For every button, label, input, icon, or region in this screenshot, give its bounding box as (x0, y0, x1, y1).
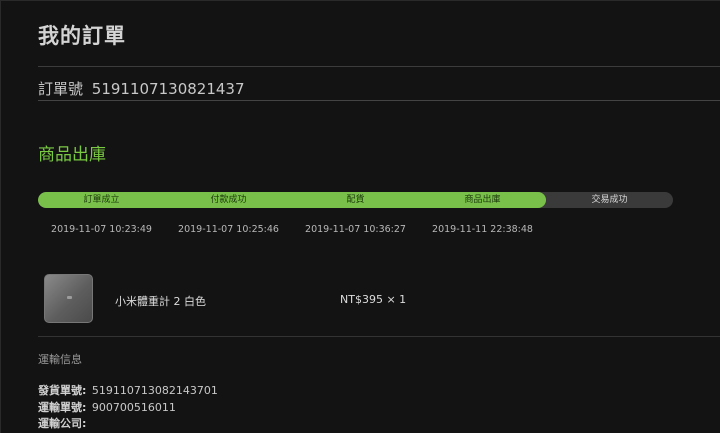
progress-step-label: 商品出庫 (464, 195, 501, 205)
shipping-row: 運輸公司: (38, 415, 88, 431)
shipping-row-label: 運輸公司: (38, 417, 87, 430)
divider (38, 66, 720, 67)
divider (38, 336, 720, 337)
product-price: NT$395 × 1 (340, 293, 407, 306)
order-number-value: 5191107130821437 (91, 80, 245, 98)
divider (38, 100, 720, 101)
progress-step-time: 2019-11-07 10:36:27 (305, 224, 406, 235)
progress-step-time: 2019-11-07 10:25:46 (178, 224, 279, 235)
page-title: 我的訂單 (38, 24, 126, 48)
product-name[interactable]: 小米體重計 2 白色 (115, 293, 206, 309)
progress-step-time: 2019-11-11 22:38:48 (432, 224, 533, 235)
shipping-row: 發貨單號: 519110713082143701 (38, 382, 218, 398)
page-frame (0, 0, 720, 433)
product-image[interactable] (44, 274, 93, 323)
shipping-row-label: 發貨單號: (38, 384, 87, 397)
order-number: 訂單號 5191107130821437 (38, 78, 245, 99)
shipping-row-label: 運輸單號: (38, 401, 87, 414)
progress-step-label: 付款成功 (210, 195, 247, 205)
shipping-row-value: 900700516011 (91, 401, 176, 414)
progress-step-time: 2019-11-07 10:23:49 (51, 224, 152, 235)
shipping-row-value: 519110713082143701 (91, 384, 218, 397)
shipping-heading: 運輸信息 (38, 353, 82, 366)
progress-step-label: 交易成功 (591, 195, 628, 205)
scale-display-icon (67, 296, 72, 299)
shipping-row: 運輸單號: 900700516011 (38, 399, 176, 415)
order-number-label: 訂單號 (38, 80, 84, 98)
order-status-heading: 商品出庫 (38, 145, 106, 165)
progress-step-label: 訂單成立 (83, 195, 120, 205)
progress-step-label: 配貨 (346, 195, 365, 205)
